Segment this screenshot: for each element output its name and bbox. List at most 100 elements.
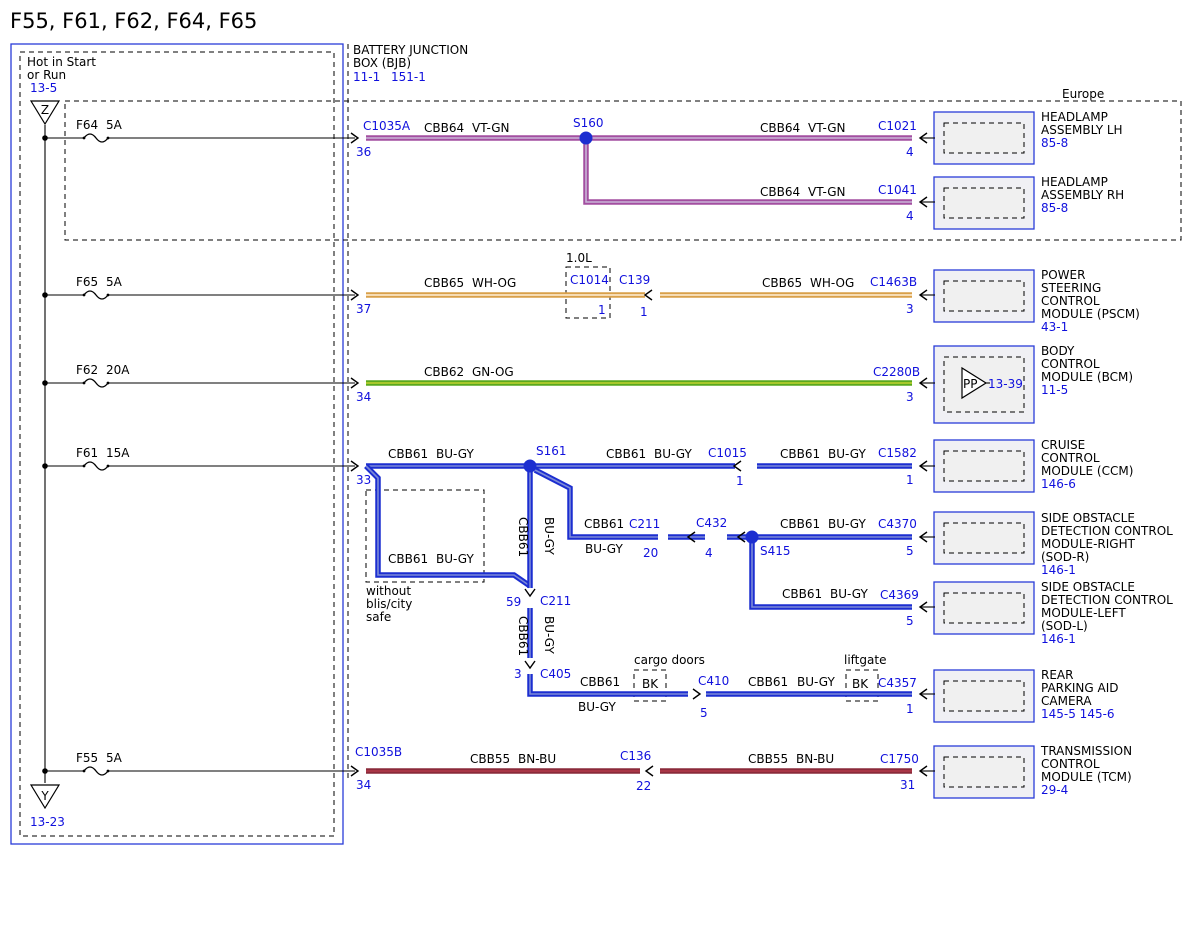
wire-label: CBB61 xyxy=(748,675,788,689)
module-name: HEADLAMP xyxy=(1041,175,1108,189)
connector-ref-label: 4 xyxy=(705,546,713,560)
bjb-outline xyxy=(10,43,344,845)
wire-label: liftgate xyxy=(844,653,886,667)
module-box-4-inner xyxy=(943,450,1025,482)
wire-label: BU-GY xyxy=(828,517,866,531)
module-name: MODULE-RIGHT xyxy=(1041,537,1136,551)
connector-ref-label: C4357 xyxy=(878,676,917,690)
module-name: DETECTION CONTROL xyxy=(1041,593,1173,607)
connector-ref-label: C4369 xyxy=(880,588,919,602)
wire-label: BU-GY xyxy=(578,700,616,714)
connector-ref-label: 4 xyxy=(906,209,914,223)
fuse-icon xyxy=(83,766,109,776)
hot-label: or Run xyxy=(27,68,66,82)
module-name: TRANSMISSION xyxy=(1040,744,1132,758)
fuse-terminal xyxy=(82,464,86,468)
wire-label-vertical: BU-GY xyxy=(542,616,556,654)
wire-label: CBB62 xyxy=(424,365,464,379)
wire-label: CBB61 xyxy=(388,552,428,566)
module-name: CONTROL xyxy=(1041,451,1100,465)
connector-ref-label: 3 xyxy=(906,302,914,316)
module-name: POWER xyxy=(1041,268,1085,282)
wire-label: CBB64 xyxy=(760,121,800,135)
module-ref: 85-8 xyxy=(1041,201,1068,215)
connector-ref-label: 1 xyxy=(598,303,606,317)
module-name: PARKING AID xyxy=(1041,681,1119,695)
module-box-1-inner xyxy=(943,187,1025,219)
wire-label: BK xyxy=(852,677,869,691)
connector-ref-label: 33 xyxy=(356,473,371,487)
connector-ref-label: C1021 xyxy=(878,119,917,133)
wiring-diagram: F55, F61, F62, F64, F65 Hot in Startor Ru… xyxy=(10,9,1182,845)
connector-ref-label: C1035B xyxy=(355,745,402,759)
wire-label: GN-OG xyxy=(472,365,514,379)
wire-label: BN-BU xyxy=(518,752,556,766)
module-name: MODULE (BCM) xyxy=(1041,370,1133,384)
connector-ref-label: 1 xyxy=(906,702,914,716)
wire-label: safe xyxy=(366,610,391,624)
wire-label: CBB61 xyxy=(584,517,624,531)
bjb-title: BATTERY JUNCTION xyxy=(353,43,468,57)
wire-label: PP xyxy=(963,377,977,391)
connector-ref-label: C136 xyxy=(620,749,651,763)
connector-ref-label: 37 xyxy=(356,302,371,316)
connector-ref-label: 5 xyxy=(700,706,708,720)
connector-ref-label: C410 xyxy=(698,674,729,688)
wire-label: CBB65 xyxy=(762,276,802,290)
connector-ref-label: C4370 xyxy=(878,517,917,531)
connector-ref-label: 3 xyxy=(514,667,522,681)
fuse-terminal xyxy=(82,136,86,140)
wire-label: VT-GN xyxy=(808,121,845,135)
connector-ref-label: S161 xyxy=(536,444,567,458)
connector-ref-label: C211 xyxy=(540,594,571,608)
wire-label: WH-OG xyxy=(810,276,854,290)
connector-ref-label: 34 xyxy=(356,390,371,404)
connector-ref-label: 22 xyxy=(636,779,651,793)
wire-label: CBB55 xyxy=(748,752,788,766)
module-ref: 43-1 xyxy=(1041,320,1068,334)
connector-ref-label: S160 xyxy=(573,116,604,130)
fuse-rating: 20A xyxy=(106,363,130,377)
connector-ref-label: 1 xyxy=(906,473,914,487)
fuse-terminal xyxy=(82,293,86,297)
connector-arrow-icon xyxy=(524,660,536,670)
wire-label: BU-GY xyxy=(654,447,692,461)
module-name: (SOD-R) xyxy=(1041,550,1089,564)
connector-ref-label: 34 xyxy=(356,778,371,792)
module-name: CRUISE xyxy=(1041,438,1085,452)
bjb-ref: 11-1 xyxy=(353,70,380,84)
fuse-terminal xyxy=(82,769,86,773)
fuse-icon xyxy=(83,133,109,143)
s161-splice xyxy=(523,459,537,473)
wire-label: BN-BU xyxy=(796,752,834,766)
module-name: (SOD-L) xyxy=(1041,619,1088,633)
wire-label: CBB61 xyxy=(580,675,620,689)
wire-label: CBB61 xyxy=(606,447,646,461)
wire-label: CBB61 xyxy=(388,447,428,461)
connector-ref-label: C1041 xyxy=(878,183,917,197)
connector-ref-label: 5 xyxy=(906,544,914,558)
fuse-name: F65 xyxy=(76,275,98,289)
module-name: ASSEMBLY LH xyxy=(1041,123,1123,137)
fuse-icon xyxy=(83,378,109,388)
connector-ref-label: C139 xyxy=(619,273,650,287)
fuse-name: F61 xyxy=(76,446,98,460)
connector-ref-label: C1035A xyxy=(363,119,411,133)
terminal-y-label: Y xyxy=(40,789,49,803)
fuse-icon xyxy=(83,290,109,300)
wire-label-vertical: CBB61 xyxy=(516,616,530,656)
fuse-rating: 15A xyxy=(106,446,130,460)
wire-label: BK xyxy=(642,677,659,691)
connector-ref-label: 13-39 xyxy=(988,377,1023,391)
wire-cbb64-rh-core xyxy=(585,138,912,203)
wire-label: CBB64 xyxy=(424,121,464,135)
wire-label-vertical: BU-GY xyxy=(542,517,556,555)
connector-ref-label: 1 xyxy=(640,305,648,319)
wire-label: BU-GY xyxy=(830,587,868,601)
connector-arrow-icon xyxy=(692,688,702,700)
module-ref: 11-5 xyxy=(1041,383,1068,397)
connector-arrow-icon xyxy=(732,460,742,472)
connector-ref-label: C432 xyxy=(696,516,727,530)
hot-ref: 13-5 xyxy=(30,81,57,95)
connector-ref-label: 1 xyxy=(736,474,744,488)
